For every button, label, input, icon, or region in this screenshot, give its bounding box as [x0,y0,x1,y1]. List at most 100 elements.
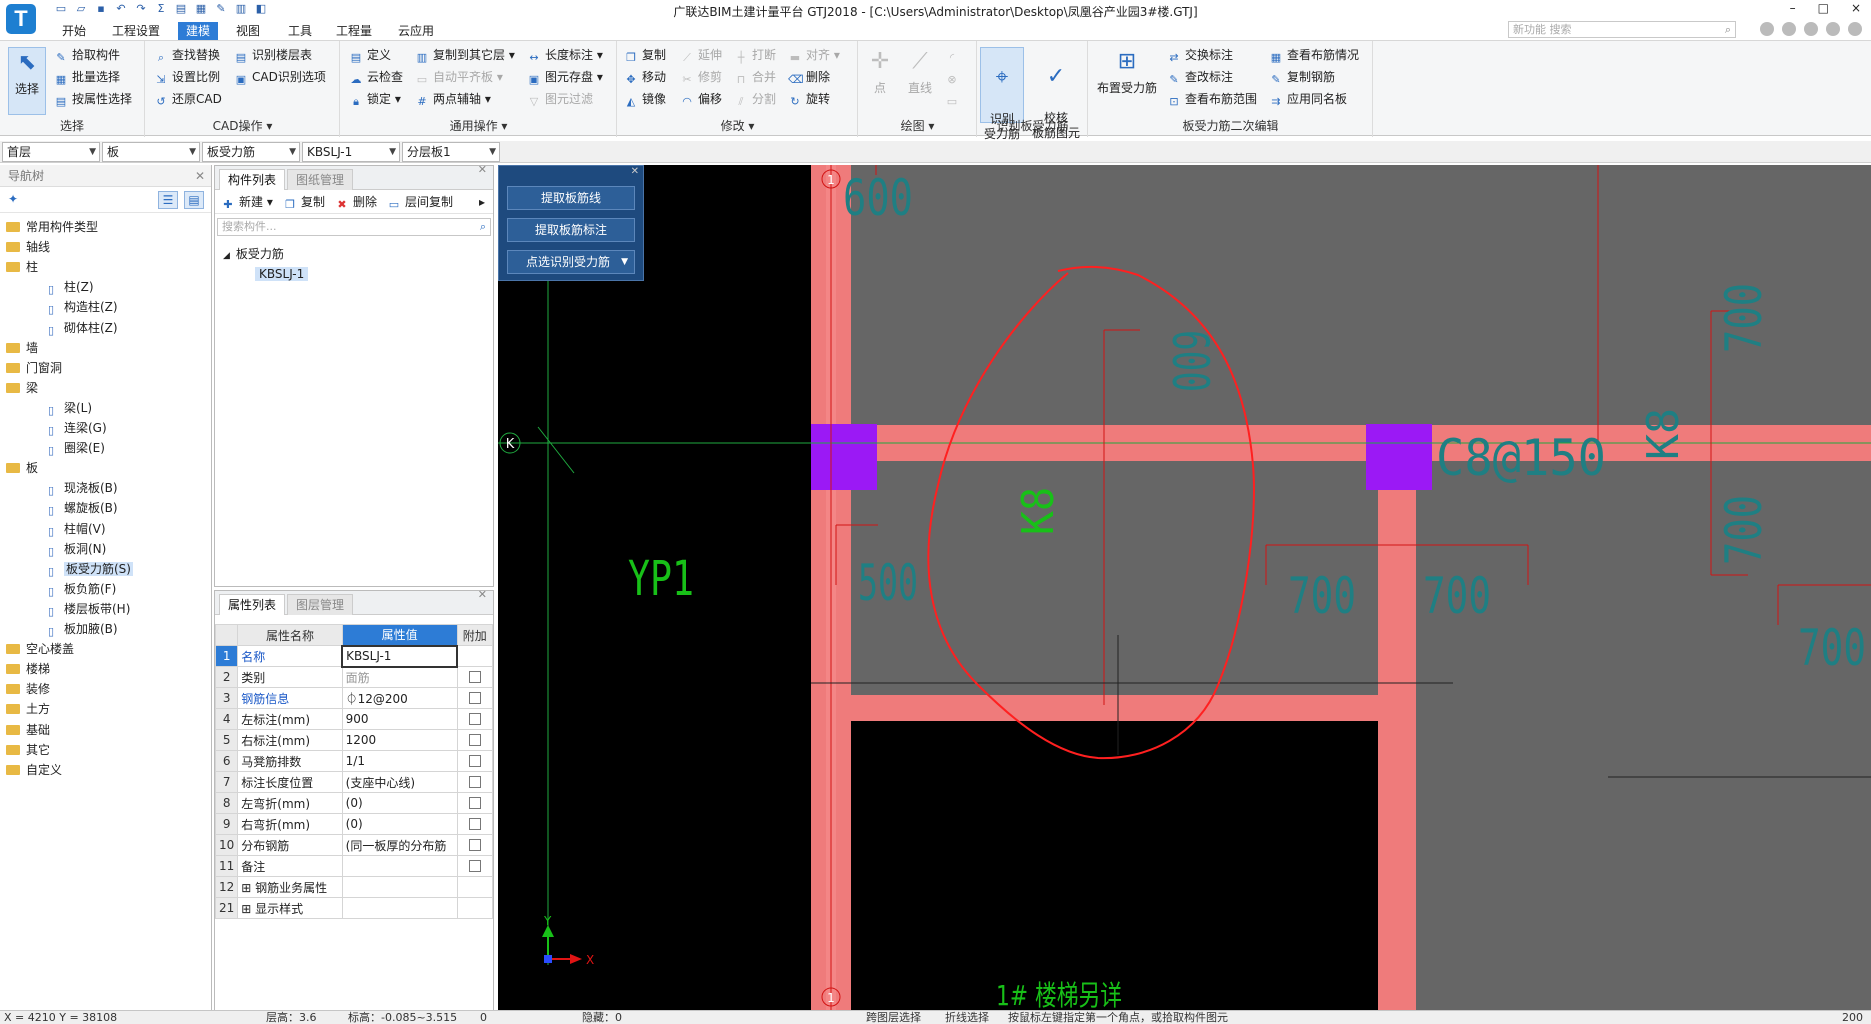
property-value[interactable]: 1/1 [341,750,458,772]
extract-rebar-labels-button[interactable]: 提取板筋标注 [507,218,635,242]
pick-component-button[interactable]: ✎ 拾取构件 [54,45,120,65]
copy-button[interactable]: ❐ 复制 [624,45,666,65]
nav-leaf-item[interactable]: ▯ 现浇板(B) [44,478,118,498]
property-row[interactable]: 7 标注长度位置 (支座中心线) [214,771,494,793]
nav-leaf-item[interactable]: ▯ 板受力筋(S) [44,559,133,579]
set-scale-button[interactable]: ⇲ 设置比例 [154,67,220,87]
tab-start[interactable]: 开始 [54,22,94,40]
define-button[interactable]: ▤ 定义 [349,45,391,65]
nav-leaf-item[interactable]: ▯ 柱(Z) [44,277,94,297]
nav-folder-item[interactable]: 柱 [6,257,38,277]
view-rebar-layout-button[interactable]: ▦ 查看布筋情况 [1269,45,1359,65]
nav-folder-item[interactable]: 墙 [6,338,38,358]
nav-folder-item[interactable]: 装修 [6,679,50,699]
property-value[interactable]: KBSLJ-1 [341,644,459,668]
tab-drawing-management[interactable]: 图纸管理 [287,169,354,190]
nav-folder-item[interactable]: 板 [6,458,38,478]
property-row[interactable]: 12 ⊞ 钢筋业务属性 [214,876,494,898]
nav-leaf-item[interactable]: ▯ 柱帽(V) [44,519,106,539]
floor-select[interactable]: 首层 ▼ [2,142,100,162]
component-name-select[interactable]: KBSLJ-1 ▼ [302,142,400,162]
property-value[interactable]: 面筋 [341,666,458,688]
tab-project-settings[interactable]: 工程设置 [104,22,168,40]
attach-checkbox[interactable] [468,839,481,851]
tab-property-list[interactable]: 属性列表 [219,594,286,615]
tab-quantities[interactable]: 工程量 [328,22,380,40]
split-button[interactable]: ⫽ 分割 [734,89,776,109]
view-rebar-range-button[interactable]: ⊡ 查看布筋范围 [1167,89,1257,109]
property-row[interactable]: 10 分布钢筋 (同一板厚的分布筋 [214,834,494,856]
nav-folder-item[interactable]: 基础 [6,720,50,740]
property-row[interactable]: 4 左标注(mm) 900 [214,708,494,730]
cad-options-button[interactable]: ▣ CAD识别选项 [234,67,326,87]
attach-checkbox[interactable] [468,671,481,683]
nav-folder-item[interactable]: 梁 [6,378,38,398]
break-button[interactable]: ┼ 打断 [734,45,776,65]
component-item-row[interactable]: KBSLJ-1 [255,264,309,284]
cross-layer-select-button[interactable]: 跨图层选择 [866,1011,921,1024]
attach-checkbox[interactable] [468,755,481,767]
component-subtype-select[interactable]: 板受力筋 ▼ [202,142,300,162]
extend-button[interactable]: ⟋ 延伸 [680,45,722,65]
two-point-axis-button[interactable]: # 两点辅轴 ▾ [415,89,490,109]
delete-component-button[interactable]: ✖ 删除 [335,192,377,212]
property-row[interactable]: 9 右弯折(mm) (0) [214,813,494,835]
identify-floor-table-button[interactable]: ▤ 识别楼层表 [234,45,312,65]
swap-label-button[interactable]: ⇄ 交换标注 [1167,45,1233,65]
extract-rebar-lines-button[interactable]: 提取板筋线 [507,186,635,210]
copy-rebar-button[interactable]: ✎ 复制钢筋 [1269,67,1335,87]
save-elements-button[interactable]: ▣ 图元存盘 ▾ [527,67,603,87]
attach-checkbox[interactable] [468,818,481,830]
nav-folder-item[interactable]: 门窗洞 [6,358,62,378]
expand-icon[interactable]: ⊞ [241,881,255,895]
nav-leaf-item[interactable]: ▯ 板加腋(B) [44,619,118,639]
property-row[interactable]: 8 左弯折(mm) (0) [214,792,494,814]
cloud-check-button[interactable]: ☁ 云检查 [349,67,404,87]
new-component-button[interactable]: ✚ 新建 ▾ [221,192,272,212]
nav-leaf-item[interactable]: ▯ 楼层板带(H) [44,599,130,619]
property-row[interactable]: 2 类别 面筋 [214,666,494,688]
point-identify-rebar-button[interactable]: 点选识别受力筋 ▼ [507,250,635,274]
nav-leaf-item[interactable]: ▯ 板负筋(F) [44,579,116,599]
nav-folder-item[interactable]: 楼梯 [6,659,50,679]
select-by-attribute-button[interactable]: ▤ 按属性选择 [54,89,132,109]
drawing-canvas[interactable]: 1 1 K YP1 600 600 500 K8 C8@150 K8 700 7… [498,165,1871,1010]
nav-leaf-item[interactable]: ▯ 圈梁(E) [44,438,105,458]
nav-leaf-item[interactable]: ▯ 砌体柱(Z) [44,318,118,338]
nav-leaf-item[interactable]: ▯ 梁(L) [44,398,92,418]
close-icon[interactable]: ✕ [195,165,205,187]
circle-tool-button[interactable]: ⊗ [945,67,963,87]
copy-component-button[interactable]: ❐ 复制 [283,192,325,212]
tab-tools[interactable]: 工具 [280,22,320,40]
tab-layer-management[interactable]: 图层管理 [287,594,354,615]
trim-button[interactable]: ✂ 修剪 [680,67,722,87]
property-value[interactable] [341,855,458,877]
nav-folder-item[interactable]: 土方 [6,699,50,719]
pin-icon[interactable]: ✦ [8,192,18,206]
chevron-down-icon[interactable]: ▼ [621,251,628,273]
component-search-input[interactable]: 搜索构件... ⌕ [217,218,491,236]
restore-cad-button[interactable]: ↺ 还原CAD [154,89,221,109]
property-value[interactable]: (同一板厚的分布筋 [341,834,458,856]
property-value[interactable]: (0) [341,813,458,835]
maximize-button[interactable]: □ [1818,1,1829,15]
offset-button[interactable]: ◠ 偏移 [680,89,722,109]
attach-checkbox[interactable] [468,692,481,704]
rect-tool-button[interactable]: ▭ [945,89,963,109]
auto-align-slab-button[interactable]: ▭ 自动平齐板 ▾ [415,67,503,87]
app-logo[interactable]: T [6,4,36,34]
apply-same-name-slab-button[interactable]: ⇉ 应用同名板 [1269,89,1347,109]
property-row[interactable]: 3 钢筋信息 ⏀12@200 [214,687,494,709]
nav-folder-item[interactable]: 其它 [6,740,50,760]
property-row[interactable]: 6 马凳筋排数 1/1 [214,750,494,772]
settings-icon[interactable] [1848,22,1862,36]
edit-label-button[interactable]: ✎ 查改标注 [1167,67,1233,87]
property-value[interactable]: ⏀12@200 [341,687,458,709]
property-value[interactable]: 900 [341,708,458,730]
identify-rebar-button[interactable]: ⌖ 识别 受力筋 [980,47,1024,141]
tab-modeling[interactable]: 建模 [178,22,219,40]
close-icon[interactable]: ✕ [478,163,487,176]
nav-leaf-item[interactable]: ▯ 连梁(G) [44,418,107,438]
nav-folder-item[interactable]: 轴线 [6,237,50,257]
detail-view-icon[interactable]: ▤ [184,191,204,209]
